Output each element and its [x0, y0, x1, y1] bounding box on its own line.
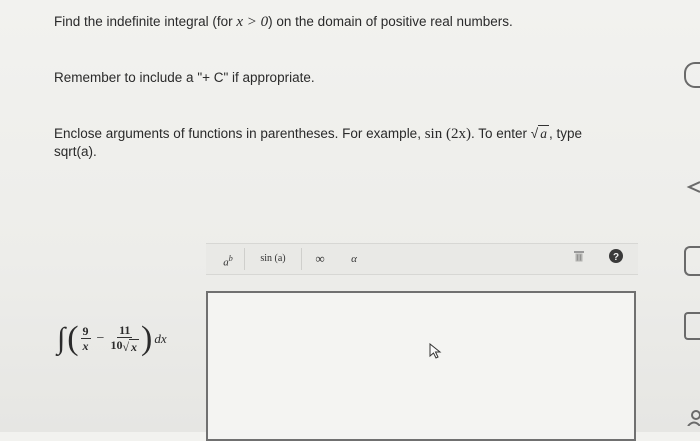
instruction-text: Find the indefinite integral (for [54, 14, 233, 29]
instruction-text: ) on the domain of positive real numbers… [268, 14, 513, 29]
frac2-numerator: 11 [117, 323, 133, 339]
help-icon[interactable]: ? [608, 249, 624, 269]
person-icon [687, 410, 700, 427]
minus-sign: − [96, 331, 105, 346]
math-condition: x > 0 [236, 14, 269, 30]
answer-input[interactable] [206, 291, 636, 441]
sqrt-example: √ a [530, 125, 549, 142]
right-paren: ) [141, 320, 153, 357]
question-panel: Find the indefinite integral (for x > 0)… [0, 0, 670, 441]
integral-sign: ∫ [57, 322, 66, 355]
trash-icon[interactable] [572, 249, 586, 269]
instruction-text: , type [548, 126, 582, 141]
instruction-text: sqrt(a). [54, 144, 97, 160]
infinity-button[interactable]: ∞ [310, 249, 330, 269]
side-tab-icon[interactable] [684, 246, 700, 276]
instruction-constant: Remember to include a "+ C" if appropria… [54, 70, 315, 85]
cursor-arrow-icon [429, 343, 442, 359]
svg-text:?: ? [613, 252, 619, 263]
side-panel-icon[interactable] [684, 312, 700, 340]
side-user-icon[interactable] [686, 410, 700, 427]
sqrt-symbol: √ x [122, 338, 140, 354]
math-toolbar: ab sin (a) ∞ α ? [206, 243, 638, 275]
frac1-denominator: x [82, 339, 89, 353]
instruction-text: . To enter [470, 126, 528, 141]
instruction-format: Enclose arguments of functions in parent… [54, 125, 644, 161]
toolbar-divider [301, 248, 302, 270]
fraction-2: 11 10√ x [110, 323, 140, 354]
power-button[interactable]: ab [218, 249, 238, 269]
toolbar-divider [244, 248, 245, 270]
math-example: sin (2x) [424, 126, 471, 142]
help-icon-glyph: ? [609, 249, 623, 263]
chevron-icon [686, 181, 700, 193]
instruction-domain: Find the indefinite integral (for x > 0)… [54, 13, 513, 31]
integral-expression: ∫ ( 9 x − 11 10√ x ) dx [57, 318, 167, 360]
differential: dx [154, 331, 167, 346]
fraction-1: 9 x [80, 324, 91, 353]
sqrt-arg: a [538, 125, 549, 142]
side-chevron-icon[interactable] [686, 180, 700, 194]
alpha-button[interactable]: α [346, 249, 362, 269]
trash-icon-glyph [574, 251, 584, 262]
left-paren: ( [67, 320, 79, 357]
instruction-text: Enclose arguments of functions in parent… [54, 126, 421, 141]
frac2-denominator: 10√ x [110, 338, 140, 354]
side-edge-icon[interactable] [684, 62, 700, 88]
frac2-den-coeff: 10 [110, 338, 123, 353]
frac1-numerator: 9 [80, 324, 91, 339]
sin-button[interactable]: sin (a) [252, 249, 294, 269]
frac2-den-var: x [129, 338, 140, 354]
power-exp: b [228, 254, 233, 263]
